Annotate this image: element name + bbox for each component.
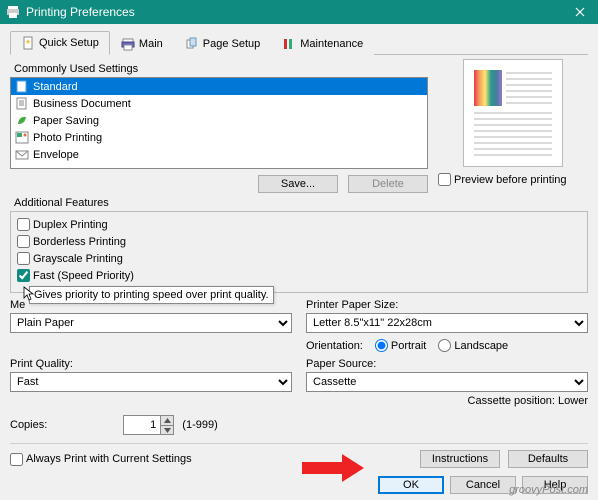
fast-checkbox[interactable] xyxy=(17,269,30,282)
borderless-row[interactable]: Borderless Printing xyxy=(17,235,581,248)
spin-down[interactable] xyxy=(160,425,173,434)
portrait-radio[interactable] xyxy=(375,339,388,352)
print-quality-select[interactable]: Fast xyxy=(10,372,292,392)
cassette-position-text: Cassette position: Lower xyxy=(306,395,588,407)
tab-quick-setup[interactable]: Quick Setup xyxy=(10,31,110,55)
paper-size-select[interactable]: Letter 8.5"x11" 22x28cm xyxy=(306,313,588,333)
print-quality-label: Print Quality: xyxy=(10,358,292,370)
tab-label: Maintenance xyxy=(300,38,363,50)
grayscale-row[interactable]: Grayscale Printing xyxy=(17,252,581,265)
additional-features-box: Duplex Printing Borderless Printing Gray… xyxy=(10,211,588,293)
tab-label: Quick Setup xyxy=(39,37,99,49)
list-item[interactable]: Paper Saving xyxy=(11,112,427,129)
red-arrow-annotation xyxy=(302,454,364,482)
commonly-used-label: Commonly Used Settings xyxy=(14,63,428,75)
copies-range: (1-999) xyxy=(182,419,217,431)
title-bar: Printing Preferences xyxy=(0,0,598,24)
instructions-button[interactable]: Instructions xyxy=(420,450,500,468)
copies-spinner[interactable] xyxy=(123,415,174,435)
tab-label: Main xyxy=(139,38,163,50)
duplex-checkbox[interactable] xyxy=(17,218,30,231)
doc-lines-icon xyxy=(15,97,29,110)
duplex-row[interactable]: Duplex Printing xyxy=(17,218,581,231)
preview-pane xyxy=(463,59,563,167)
leaf-icon xyxy=(15,114,29,127)
close-button[interactable] xyxy=(562,0,598,24)
fast-tooltip: Gives priority to printing speed over pr… xyxy=(29,286,274,304)
list-item[interactable]: Envelope xyxy=(11,146,427,163)
list-item[interactable]: Business Document xyxy=(11,95,427,112)
media-type-select[interactable]: Plain Paper xyxy=(10,313,292,333)
pages-icon xyxy=(185,37,199,51)
preview-checkbox-label: Preview before printing xyxy=(454,174,567,186)
watermark: groovyPost.com xyxy=(509,484,588,496)
cursor-arrow-icon xyxy=(23,286,35,302)
always-print-checkbox[interactable] xyxy=(10,453,23,466)
copies-label: Copies: xyxy=(10,419,47,431)
paper-source-label: Paper Source: xyxy=(306,358,588,370)
always-print-row[interactable]: Always Print with Current Settings xyxy=(10,453,192,466)
borderless-checkbox[interactable] xyxy=(17,235,30,248)
envelope-icon xyxy=(15,148,29,161)
save-button[interactable]: Save... xyxy=(258,175,338,193)
ok-button[interactable]: OK xyxy=(378,476,444,494)
orientation-label: Orientation: xyxy=(306,340,363,352)
preview-checkbox[interactable] xyxy=(438,173,451,186)
list-item[interactable]: Photo Printing xyxy=(11,129,427,146)
tab-main[interactable]: Main xyxy=(110,31,174,55)
delete-button: Delete xyxy=(348,175,428,193)
printer-icon xyxy=(6,5,20,19)
landscape-radio-row[interactable]: Landscape xyxy=(438,339,508,352)
tab-page-setup[interactable]: Page Setup xyxy=(174,31,272,55)
doc-icon xyxy=(15,80,29,93)
grayscale-checkbox[interactable] xyxy=(17,252,30,265)
tools-icon xyxy=(282,37,296,51)
tab-maintenance[interactable]: Maintenance xyxy=(271,31,374,55)
tab-label: Page Setup xyxy=(203,38,261,50)
landscape-radio[interactable] xyxy=(438,339,451,352)
commonly-used-list[interactable]: Standard Business Document Paper Saving … xyxy=(10,77,428,169)
fast-row[interactable]: Fast (Speed Priority) xyxy=(17,269,581,282)
doc-sparkle-icon xyxy=(21,36,35,50)
tab-bar: Quick Setup Main Page Setup Maintenance xyxy=(10,30,588,55)
printer-small-icon xyxy=(121,37,135,51)
additional-features-label: Additional Features xyxy=(14,197,588,209)
portrait-radio-row[interactable]: Portrait xyxy=(375,339,426,352)
paper-source-select[interactable]: Cassette xyxy=(306,372,588,392)
cancel-button[interactable]: Cancel xyxy=(450,476,516,494)
copies-input[interactable] xyxy=(124,416,160,434)
spin-up[interactable] xyxy=(160,416,173,425)
window-title: Printing Preferences xyxy=(26,5,135,19)
list-item[interactable]: Standard xyxy=(11,78,427,95)
preview-checkbox-row[interactable]: Preview before printing xyxy=(438,173,588,186)
photo-icon xyxy=(15,131,29,144)
defaults-button[interactable]: Defaults xyxy=(508,450,588,468)
paper-size-label: Printer Paper Size: xyxy=(306,299,588,311)
